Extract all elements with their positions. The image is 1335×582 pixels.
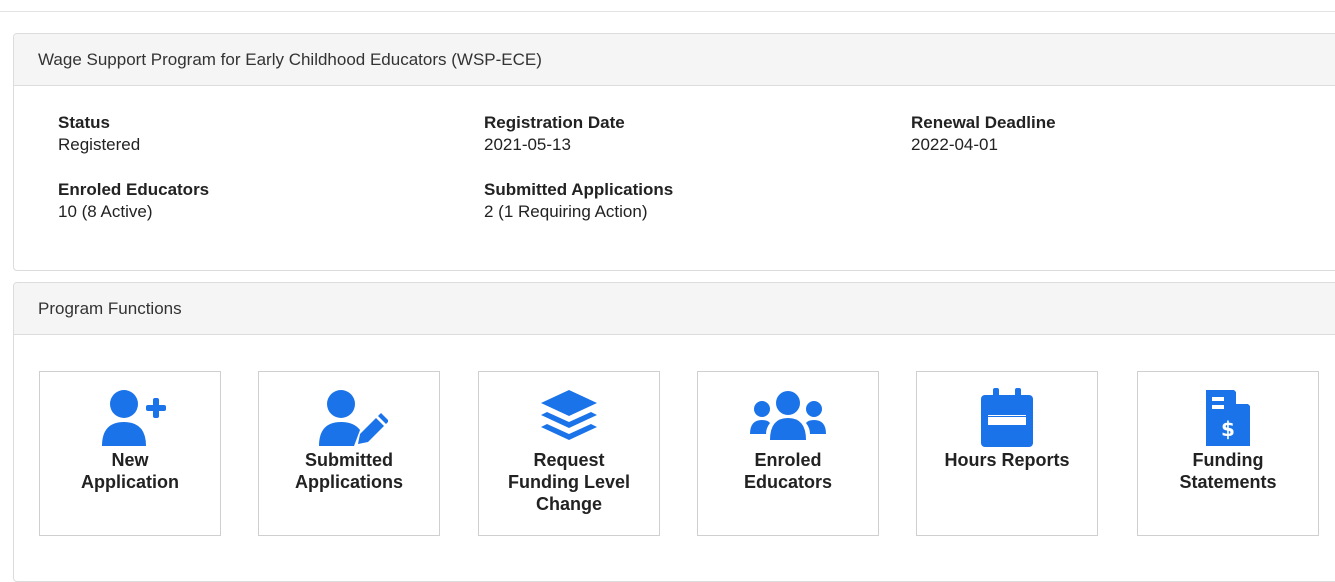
program-functions-panel: Program Functions New Application Submit… [13, 282, 1335, 582]
registration-date-value: 2021-05-13 [484, 135, 571, 154]
user-plus-icon [102, 390, 166, 446]
layers-icon [541, 390, 597, 440]
funding-statements-tile[interactable]: $ Funding Statements [1137, 371, 1319, 536]
request-funding-level-change-tile[interactable]: Request Funding Level Change [478, 371, 660, 536]
hours-reports-label: Hours Reports [944, 450, 1070, 470]
file-invoice-dollar-icon: $ [1206, 390, 1250, 446]
submitted-applications-value: 2 (1 Requiring Action) [484, 202, 648, 221]
status-field: Status Registered [58, 112, 140, 156]
new-application-tile[interactable]: New Application [39, 371, 221, 536]
wsp-ece-panel-title: Wage Support Program for Early Childhood… [14, 34, 1335, 86]
submitted-applications-field: Submitted Applications 2 (1 Requiring Ac… [484, 179, 673, 223]
renewal-deadline-field: Renewal Deadline 2022-04-01 [911, 112, 1056, 156]
status-label: Status [58, 113, 110, 132]
wsp-ece-panel: Wage Support Program for Early Childhood… [13, 33, 1335, 271]
funding-statements-label: Funding Statements [1179, 450, 1277, 492]
new-application-label: New Application [81, 450, 179, 492]
hours-reports-tile[interactable]: Hours Reports [916, 371, 1098, 536]
svg-text:$: $ [1221, 417, 1235, 441]
renewal-deadline-label: Renewal Deadline [911, 113, 1056, 132]
renewal-deadline-value: 2022-04-01 [911, 135, 998, 154]
request-funding-level-change-label: Request Funding Level Change [507, 450, 630, 514]
program-functions-title: Program Functions [14, 283, 1335, 335]
enroled-educators-tile-label: Enroled Educators [743, 450, 833, 492]
enroled-educators-value: 10 (8 Active) [58, 202, 153, 221]
submitted-applications-label: Submitted Applications [484, 180, 674, 199]
top-divider [0, 11, 1335, 12]
submitted-applications-tile-label: Submitted Applications [294, 450, 403, 492]
enroled-educators-field: Enroled Educators 10 (8 Active) [58, 179, 209, 223]
users-icon [750, 391, 826, 440]
enroled-educators-label: Enroled Educators [58, 180, 210, 199]
submitted-applications-tile[interactable]: Submitted Applications [258, 371, 440, 536]
calendar-icon [981, 388, 1033, 447]
registration-date-field: Registration Date 2021-05-13 [484, 112, 625, 156]
status-value: Registered [58, 135, 141, 154]
user-edit-icon [319, 390, 388, 446]
registration-date-label: Registration Date [484, 113, 625, 132]
enroled-educators-tile[interactable]: Enroled Educators [697, 371, 879, 536]
wsp-ece-info-grid: Status Registered Registration Date 2021… [14, 86, 1335, 266]
